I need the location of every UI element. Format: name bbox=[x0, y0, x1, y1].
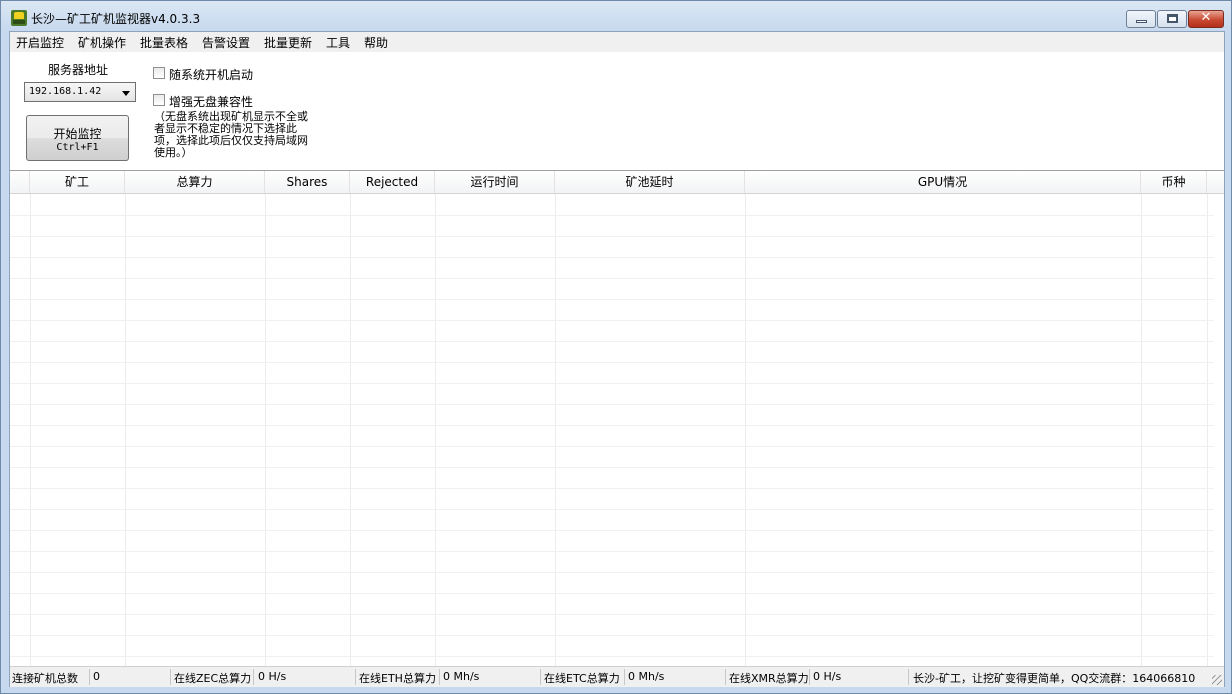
close-button[interactable]: ✕ bbox=[1188, 10, 1224, 28]
close-icon: ✕ bbox=[1200, 10, 1212, 25]
app-window: 长沙—矿工矿机监视器v4.0.3.3 ✕ 开启监控 矿机操作 批量表格 告警设置… bbox=[0, 0, 1232, 694]
grid-column-line bbox=[350, 194, 351, 667]
grid-row-line bbox=[10, 278, 1214, 279]
grid-column-line bbox=[745, 194, 746, 667]
column-uptime[interactable]: 运行时间 bbox=[435, 171, 555, 193]
diskless-note: （无盘系统出现矿机显示不全或者显示不稳定的情况下选择此项，选择此项后仅仅支持局域… bbox=[154, 110, 308, 159]
grid-row-line bbox=[10, 635, 1214, 636]
menu-bar: 开启监控 矿机操作 批量表格 告警设置 批量更新 工具 帮助 bbox=[10, 32, 1224, 52]
xmr-hashrate-label: 在线XMR总算力 bbox=[729, 672, 809, 685]
grid-column-line bbox=[435, 194, 436, 667]
diskless-compat-checkbox[interactable] bbox=[153, 94, 165, 106]
zec-hashrate-label: 在线ZEC总算力 bbox=[174, 672, 252, 685]
server-address-select[interactable]: 192.168.1.42 bbox=[24, 82, 136, 102]
start-monitor-label: 开始监控 bbox=[53, 127, 102, 141]
server-address-label: 服务器地址 bbox=[48, 63, 109, 77]
status-separator bbox=[355, 669, 356, 685]
control-panel: 服务器地址 192.168.1.42 开始监控 Ctrl+F1 随系统开机启动 … bbox=[10, 52, 1224, 170]
chevron-down-icon bbox=[122, 91, 130, 96]
eth-hashrate-label: 在线ETH总算力 bbox=[359, 672, 436, 685]
status-separator bbox=[809, 669, 810, 685]
maximize-icon bbox=[1167, 14, 1178, 23]
etc-hashrate-label: 在线ETC总算力 bbox=[544, 672, 620, 685]
grid-header-rowhead bbox=[10, 171, 30, 193]
slogan-text: 长沙-矿工，让挖矿变得更简单，QQ交流群：164066810 bbox=[913, 672, 1196, 685]
zec-hashrate-value: 0 H/s bbox=[258, 670, 287, 683]
grid-row-line bbox=[10, 425, 1214, 426]
menu-help[interactable]: 帮助 bbox=[364, 34, 388, 51]
grid-row-line bbox=[10, 446, 1214, 447]
miner-grid[interactable]: 矿工 总算力 Shares Rejected 运行时间 矿池延时 GPU情况 币… bbox=[10, 170, 1224, 667]
status-separator bbox=[540, 669, 541, 685]
diskless-compat-label[interactable]: 增强无盘兼容性 bbox=[169, 93, 253, 110]
column-shares[interactable]: Shares bbox=[265, 171, 350, 193]
minimize-button[interactable] bbox=[1126, 10, 1156, 28]
grid-header: 矿工 总算力 Shares Rejected 运行时间 矿池延时 GPU情况 币… bbox=[10, 171, 1224, 194]
grid-row-line bbox=[10, 404, 1214, 405]
menu-miner-operations[interactable]: 矿机操作 bbox=[78, 34, 126, 51]
menu-start-monitor[interactable]: 开启监控 bbox=[16, 34, 64, 51]
grid-column-line bbox=[1207, 194, 1208, 667]
title-bar[interactable]: 长沙—矿工矿机监视器v4.0.3.3 ✕ bbox=[1, 1, 1231, 31]
menu-tools[interactable]: 工具 bbox=[326, 34, 350, 51]
grid-row-line bbox=[10, 362, 1214, 363]
grid-column-line bbox=[555, 194, 556, 667]
maximize-button[interactable] bbox=[1157, 10, 1187, 28]
start-monitor-shortcut: Ctrl+F1 bbox=[56, 142, 99, 153]
status-separator bbox=[908, 669, 909, 685]
autostart-label[interactable]: 随系统开机启动 bbox=[169, 66, 253, 83]
status-separator bbox=[725, 669, 726, 685]
grid-row-line bbox=[10, 488, 1214, 489]
app-logo-icon bbox=[11, 10, 27, 26]
eth-hashrate-value: 0 Mh/s bbox=[443, 670, 480, 683]
column-rejected[interactable]: Rejected bbox=[350, 171, 435, 193]
status-separator bbox=[89, 669, 90, 685]
grid-row-line bbox=[10, 215, 1214, 216]
grid-row-line bbox=[10, 236, 1214, 237]
status-bar: 连接矿机总数 0 在线ZEC总算力 0 H/s 在线ETH总算力 0 Mh/s … bbox=[10, 666, 1224, 687]
grid-row-line bbox=[10, 572, 1214, 573]
status-separator bbox=[624, 669, 625, 685]
grid-row-line bbox=[10, 593, 1214, 594]
grid-column-line bbox=[125, 194, 126, 667]
status-separator bbox=[253, 669, 254, 685]
minimize-icon bbox=[1136, 20, 1147, 23]
menu-batch-table[interactable]: 批量表格 bbox=[140, 34, 188, 51]
grid-column-line bbox=[30, 194, 31, 667]
grid-row-line bbox=[10, 656, 1214, 657]
server-address-value: 192.168.1.42 bbox=[29, 86, 102, 97]
autostart-checkbox[interactable] bbox=[153, 67, 165, 79]
grid-column-line bbox=[1141, 194, 1142, 667]
menu-batch-update[interactable]: 批量更新 bbox=[264, 34, 312, 51]
start-monitor-button[interactable]: 开始监控 Ctrl+F1 bbox=[26, 115, 129, 161]
etc-hashrate-value: 0 Mh/s bbox=[628, 670, 665, 683]
column-coin[interactable]: 币种 bbox=[1141, 171, 1207, 193]
column-pool-latency[interactable]: 矿池延时 bbox=[555, 171, 745, 193]
grid-row-line bbox=[10, 257, 1214, 258]
connected-miners-value: 0 bbox=[93, 670, 100, 683]
grid-row-line bbox=[10, 320, 1214, 321]
client-area: 开启监控 矿机操作 批量表格 告警设置 批量更新 工具 帮助 服务器地址 192… bbox=[9, 31, 1225, 687]
grid-row-line bbox=[10, 383, 1214, 384]
grid-row-line bbox=[10, 341, 1214, 342]
grid-row-line bbox=[10, 551, 1214, 552]
resize-grip-icon[interactable] bbox=[1212, 675, 1222, 685]
grid-row-line bbox=[10, 530, 1214, 531]
column-total-hashrate[interactable]: 总算力 bbox=[125, 171, 265, 193]
window-title: 长沙—矿工矿机监视器v4.0.3.3 bbox=[31, 12, 201, 26]
grid-row-line bbox=[10, 299, 1214, 300]
connected-miners-label: 连接矿机总数 bbox=[12, 672, 78, 685]
status-separator bbox=[170, 669, 171, 685]
xmr-hashrate-value: 0 H/s bbox=[813, 670, 842, 683]
column-gpu-status[interactable]: GPU情况 bbox=[745, 171, 1141, 193]
status-separator bbox=[439, 669, 440, 685]
grid-row-line bbox=[10, 509, 1214, 510]
grid-row-line bbox=[10, 614, 1214, 615]
grid-row-line bbox=[10, 467, 1214, 468]
grid-column-line bbox=[265, 194, 266, 667]
menu-alert-settings[interactable]: 告警设置 bbox=[202, 34, 250, 51]
column-miner[interactable]: 矿工 bbox=[30, 171, 125, 193]
